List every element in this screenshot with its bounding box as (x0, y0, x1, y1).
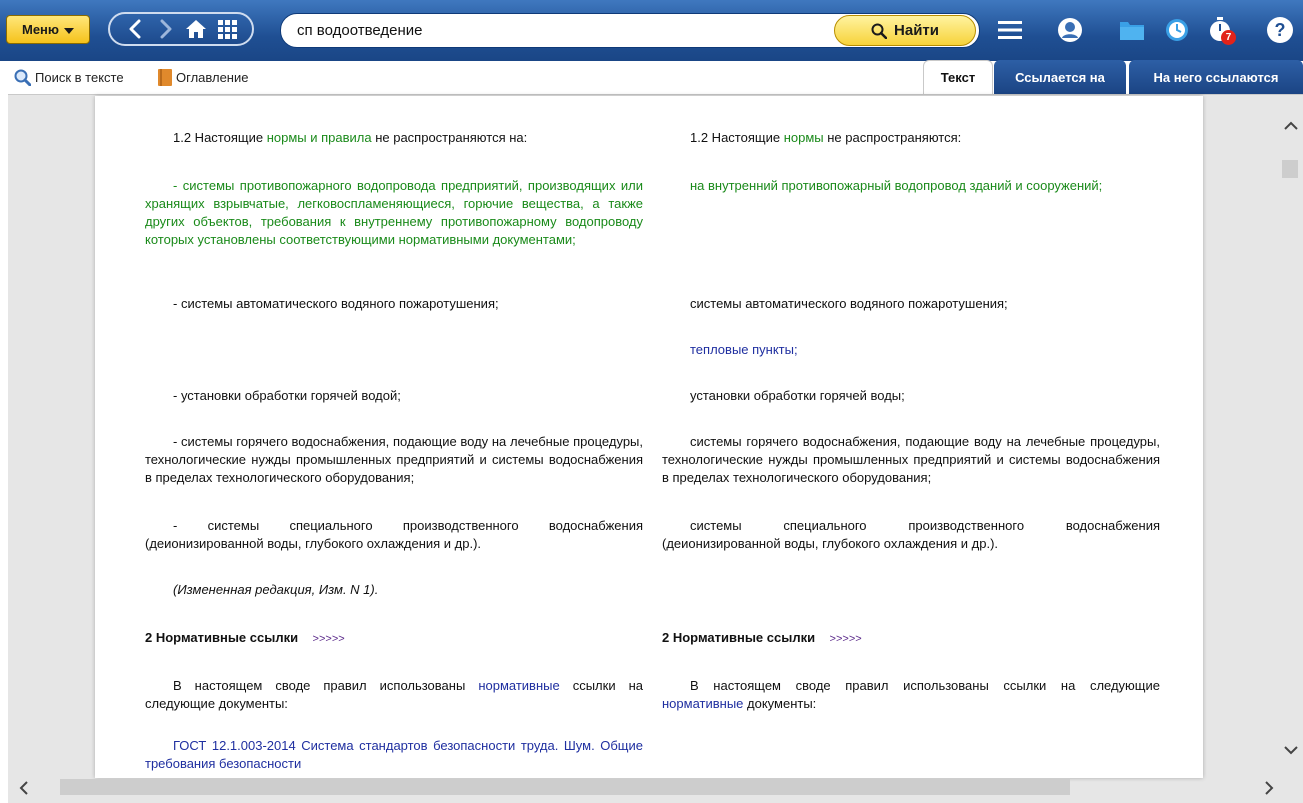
right-section-heading: 2 Нормативные ссылки >>>>> (662, 629, 1160, 648)
book-icon (158, 68, 172, 86)
search-in-text-button[interactable]: Поиск в тексте (14, 67, 124, 87)
left-paragraph: - системы горячего водоснабжения, подающ… (145, 434, 643, 485)
clock-icon (1166, 19, 1188, 41)
home-button[interactable] (183, 16, 209, 42)
magnifier-icon (14, 69, 31, 86)
scroll-right-button[interactable] (1259, 778, 1279, 798)
tab-references-to-label: Ссылается на (1015, 69, 1105, 85)
find-button[interactable]: Найти (834, 15, 976, 46)
right-fire-water-link[interactable]: на внутренний противопожарный водопровод… (662, 177, 1160, 195)
left-amendment-note: (Измененная редакция, Изм. N 1). (173, 582, 379, 597)
search-icon (871, 23, 888, 39)
history-button[interactable] (1160, 13, 1194, 47)
tab-text-label: Текст (940, 70, 976, 85)
left-paragraph: - установки обработки горячей водой; (173, 388, 401, 403)
right-paragraph: системы горячего водоснабжения, подающие… (662, 434, 1160, 485)
tab-referenced-by[interactable]: На него ссылаются (1129, 60, 1303, 94)
left-paragraph-1-2: 1.2 Настоящие нормы и правила не распрос… (145, 129, 643, 147)
left-paragraph: - системы автоматического водяного пожар… (173, 296, 499, 311)
text-span: 1.2 Настоящие (690, 130, 784, 145)
back-button[interactable] (122, 16, 148, 42)
left-fire-systems-link[interactable]: - системы противопожарного водопровода п… (145, 177, 643, 249)
scroll-down-button[interactable] (1281, 740, 1301, 760)
contents-button[interactable]: Оглавление (158, 67, 248, 87)
right-paragraph: В настоящем своде правил использованы сс… (662, 677, 1160, 713)
chevron-right-icon (1265, 781, 1274, 795)
compare-link[interactable]: >>>>> (313, 633, 345, 645)
notifications-button[interactable]: 7 (1203, 13, 1237, 47)
normative-link[interactable]: нормативные (662, 696, 743, 711)
svg-text:?: ? (1275, 20, 1286, 40)
menu-button-label: Меню (21, 22, 59, 37)
tab-text[interactable]: Текст (923, 60, 993, 94)
text-span: В настоящем своде правил использованы сс… (690, 678, 1160, 693)
text-span: документы: (743, 696, 817, 711)
scroll-up-button[interactable] (1281, 116, 1301, 136)
right-paragraph: системы специального производственного в… (662, 518, 1160, 551)
chevron-left-icon (129, 19, 141, 39)
chevron-right-icon (160, 19, 172, 39)
help-icon: ? (1267, 17, 1293, 43)
heat-points-link[interactable]: тепловые пункты; (662, 341, 1160, 359)
user-button[interactable] (1053, 13, 1087, 47)
text-span: В настоящем своде правил использованы (173, 678, 479, 693)
grid-icon (217, 20, 237, 39)
vertical-scrollbar-thumb[interactable] (1282, 160, 1298, 178)
chevron-left-icon (19, 781, 28, 795)
norms-rules-link[interactable]: нормы и правила (267, 130, 372, 145)
section-heading-text: 2 Нормативные ссылки (662, 630, 816, 645)
gost-link[interactable]: ГОСТ 12.1.003-2014 Система стандартов бе… (145, 737, 643, 773)
user-icon (1058, 18, 1082, 42)
text-span: не распространяются: (823, 130, 962, 145)
forward-button[interactable] (153, 16, 179, 42)
normative-link[interactable]: нормативные (478, 678, 559, 693)
navigation-group (108, 12, 254, 46)
scroll-left-button[interactable] (14, 778, 34, 798)
contents-label: Оглавление (176, 69, 249, 85)
top-bar: Меню Найти (0, 0, 1303, 61)
tab-references-to[interactable]: Ссылается на (994, 60, 1126, 94)
left-paragraph: - системы специального производственного… (145, 518, 643, 551)
left-section-heading: 2 Нормативные ссылки >>>>> (145, 629, 643, 648)
find-button-label: Найти (894, 22, 939, 39)
text-span: 1.2 Настоящие (173, 130, 267, 145)
chevron-down-icon (1284, 746, 1298, 755)
left-paragraph: В настоящем своде правил использованы но… (145, 677, 643, 713)
compare-link[interactable]: >>>>> (830, 633, 862, 645)
horizontal-scrollbar-thumb[interactable] (60, 779, 1070, 795)
tab-referenced-by-label: На него ссылаются (1153, 69, 1279, 85)
right-paragraph: установки обработки горячей воды; (690, 388, 905, 403)
chevron-up-icon (1284, 121, 1298, 130)
section-heading-text: 2 Нормативные ссылки (145, 630, 299, 645)
text-span: не распространяются на: (371, 130, 528, 145)
folder-icon (1120, 22, 1144, 40)
document-page: 1.2 Настоящие нормы и правила не распрос… (95, 96, 1203, 778)
right-paragraph-1-2: 1.2 Настоящие нормы не распространяются: (662, 129, 1160, 147)
chevron-down-icon (64, 27, 74, 34)
folder-button[interactable] (1115, 13, 1149, 47)
home-icon (186, 20, 207, 38)
help-button[interactable]: ? (1263, 13, 1297, 47)
hamburger-icon (998, 21, 1022, 39)
grid-button[interactable] (214, 16, 240, 42)
right-paragraph: системы автоматического водяного пожарот… (690, 296, 1008, 311)
document-viewport: 1.2 Настоящие нормы и правила не распрос… (8, 94, 1303, 803)
menu-button[interactable]: Меню (6, 15, 90, 44)
hamburger-menu-button[interactable] (993, 13, 1027, 47)
search-in-text-label: Поиск в тексте (35, 69, 124, 85)
norms-link[interactable]: нормы (784, 130, 824, 145)
notification-badge: 7 (1221, 30, 1236, 45)
